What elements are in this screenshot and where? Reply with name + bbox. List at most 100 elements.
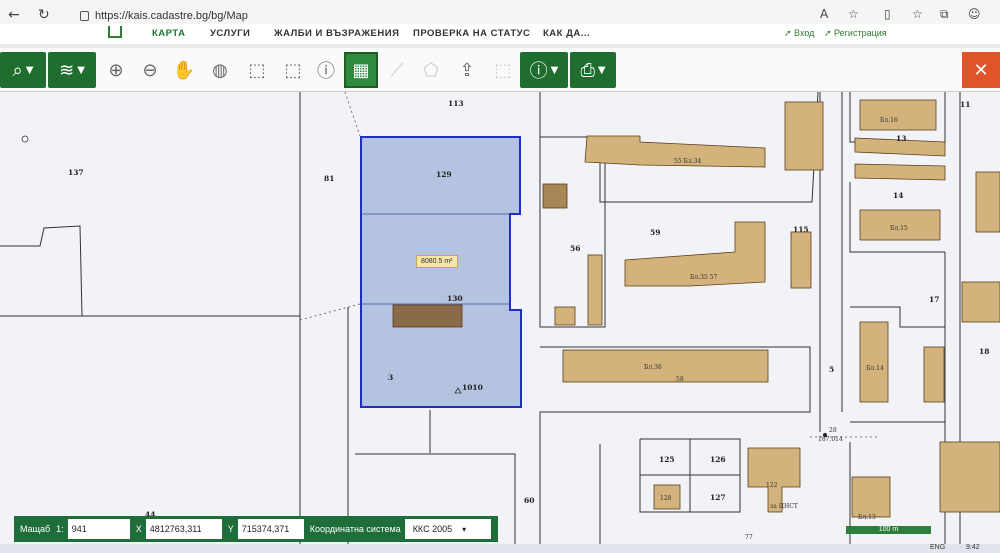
building[interactable] [554, 306, 576, 326]
search-icon: ⌕ [12, 59, 23, 81]
building[interactable] [790, 231, 812, 289]
select-object-button[interactable]: ▦ [344, 52, 378, 88]
zoom-in-button[interactable]: ⊕ [104, 52, 128, 88]
building[interactable] [975, 171, 1000, 233]
address-bar[interactable]: https://kais.cadastre.bg/bg/Map [80, 6, 248, 25]
crs-value: ККС 2005 [412, 524, 453, 534]
back-arrow-icon[interactable]: ← [8, 7, 20, 23]
globe-icon: ◍ [212, 59, 228, 81]
polygon-icon: ⬠ [423, 59, 439, 81]
parcel-label: 14 [893, 191, 903, 200]
building-label: 55 Бл.34 [674, 158, 701, 165]
home-icon[interactable] [108, 26, 122, 38]
zoom-in-icon: ⊕ [108, 59, 124, 81]
split-screen-icon[interactable]: ▯ [884, 7, 891, 21]
chevron-down-icon: ▾ [462, 524, 467, 534]
favorite-star-icon[interactable]: ☆ [848, 7, 859, 21]
building-label: Бл.13 [858, 514, 876, 521]
parcel-label: 125 [659, 455, 675, 464]
building-parcel-130[interactable] [392, 304, 463, 328]
layers-dropdown-button[interactable]: ≋ ▼ [48, 52, 96, 88]
parcel-label: 59 [650, 228, 660, 237]
screen: ← ↻ https://kais.cadastre.bg/bg/Map A ☆ … [0, 0, 1000, 553]
chevron-down-icon: ▼ [550, 64, 559, 76]
refresh-icon[interactable]: ↻ [38, 7, 50, 23]
parcel-label: 113 [448, 99, 464, 108]
box-plus-icon: ⬚ [248, 59, 266, 81]
clear-selection-button[interactable]: ⬚ [490, 52, 516, 88]
scale-prefix: 1: [56, 524, 64, 534]
pan-button[interactable]: ✋ [172, 52, 196, 88]
menu-complaints[interactable]: ЖАЛБИ И ВЪЗРАЖЕНИЯ [274, 28, 399, 39]
coordinates-bar: Мащаб 1: 941 X 4812763,311 Y 715374,371 … [14, 516, 498, 542]
clock[interactable]: 9:42 [966, 544, 980, 551]
input-language[interactable]: ENG [930, 544, 945, 551]
info-layers-icon: ⓘ [529, 61, 548, 82]
parcel-label: 137 [68, 168, 84, 177]
x-label: X [135, 524, 142, 534]
scale-label: Мащаб [20, 524, 51, 534]
print-dropdown-button[interactable]: ⎙ ▼ [570, 52, 616, 88]
upload-button[interactable]: ⇪ [454, 52, 480, 88]
map-toolbar: ⌕ ▼ ≋ ▼ ⊕ ⊖ ✋ ◍ ⬚ ⬚ ⓘ ▦ ⟋ ⬠ ⇪ ⬚ ⓘ ▼ ⎙ ▼ ✕ [0, 48, 1000, 92]
identify-button[interactable]: ⓘ [314, 52, 338, 88]
cadastral-map[interactable]: 113 137 81 129 130 3 1010 56 59 55 Бл.34… [0, 92, 1000, 553]
hand-icon: ✋ [172, 59, 196, 81]
building-bl13[interactable] [851, 476, 891, 518]
menu-map[interactable]: КАРТА [152, 28, 185, 39]
register-link[interactable]: ➚ Регистрация [824, 28, 887, 39]
parcel-label: 3 [388, 373, 393, 382]
zoom-out-button[interactable]: ⊖ [138, 52, 162, 88]
os-taskbar: ENG 9:42 [0, 544, 1000, 553]
parcel-label: 115 [793, 225, 809, 234]
building[interactable] [542, 183, 568, 209]
measure-distance-button[interactable]: ⟋ [384, 52, 410, 88]
building[interactable] [587, 254, 603, 326]
zoom-box-out-button[interactable]: ⬚ [280, 52, 306, 88]
survey-point [21, 135, 29, 143]
parcel-label: 56 [570, 244, 580, 253]
scale-input[interactable]: 941 [67, 519, 130, 539]
map-canvas[interactable]: 113 137 81 129 130 3 1010 56 59 55 Бл.34… [0, 92, 1000, 553]
building[interactable] [784, 101, 824, 171]
building[interactable] [923, 346, 945, 403]
parcel-label: 5 [829, 365, 834, 374]
printer-icon: ⎙ [580, 59, 595, 81]
measure-area-button[interactable]: ⬠ [418, 52, 444, 88]
building-label: Бл.36 [644, 364, 662, 371]
login-link[interactable]: ➚ Вход [784, 28, 814, 39]
building-bl14[interactable] [859, 321, 889, 403]
building[interactable] [939, 441, 1000, 513]
full-extent-button[interactable]: ◍ [208, 52, 232, 88]
profile-icon[interactable]: ☺ [968, 7, 981, 21]
read-aloud-icon[interactable]: A [820, 7, 828, 21]
crs-select[interactable]: ККС 2005 ▾ [404, 519, 491, 539]
parcel-label: 18 [979, 347, 989, 356]
zoom-box-in-button[interactable]: ⬚ [244, 52, 270, 88]
parcel-label: 127 [710, 493, 726, 502]
info-icon: ⓘ [317, 61, 335, 82]
point-label: 28 [829, 427, 837, 434]
building-bl36[interactable] [562, 349, 769, 383]
search-dropdown-button[interactable]: ⌕ ▼ [0, 52, 46, 88]
menu-how-to[interactable]: КАК ДА... [543, 28, 590, 39]
close-panel-button[interactable]: ✕ [962, 52, 1000, 88]
menu-services[interactable]: УСЛУГИ [210, 28, 250, 39]
crs-label: Координатна система [309, 524, 401, 534]
building-13b[interactable] [854, 163, 946, 181]
upload-icon: ⇪ [459, 59, 475, 81]
menu-status-check[interactable]: ПРОВЕРКА НА СТАТУС [413, 28, 530, 39]
clear-selection-icon: ⬚ [494, 59, 512, 81]
building[interactable] [961, 281, 1000, 323]
parcel-label: 13 [896, 134, 906, 143]
parcel-label: 77 [745, 534, 753, 541]
chevron-down-icon: ▼ [77, 64, 85, 76]
building-bl16[interactable] [859, 99, 937, 131]
parcel-label: 11 [960, 100, 970, 109]
favorites-icon[interactable]: ☆ [912, 7, 923, 21]
collections-icon[interactable]: ⧉ [940, 7, 949, 22]
building-label: за ЦНСТ [770, 503, 798, 510]
info-dropdown-button[interactable]: ⓘ ▼ [520, 52, 568, 88]
url-text: https://kais.cadastre.bg/bg/Map [95, 9, 248, 22]
building-label: 128 [660, 495, 672, 502]
